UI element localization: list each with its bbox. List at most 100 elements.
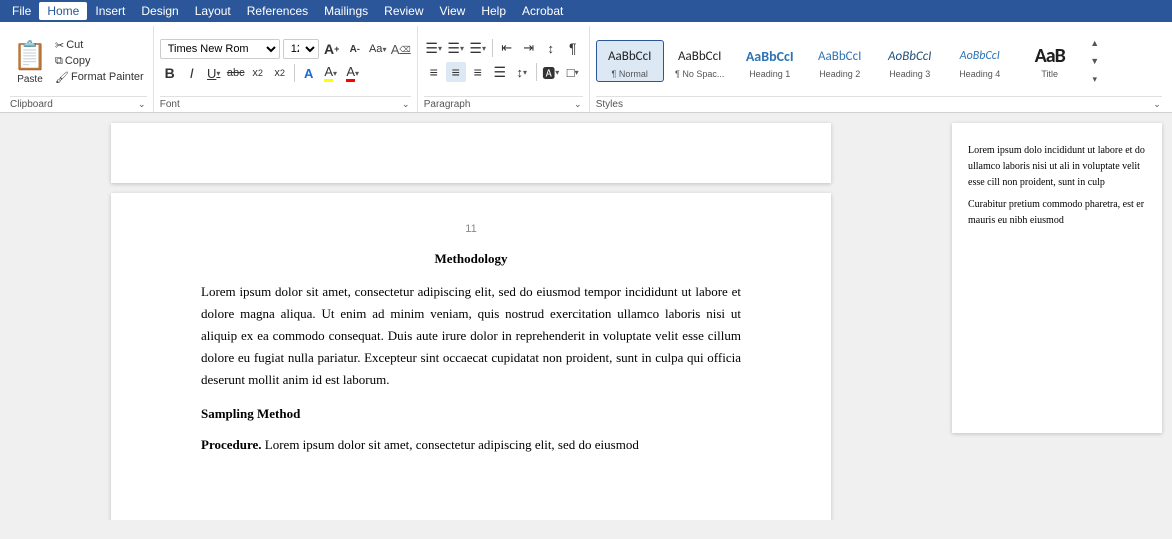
- shrink-font-button[interactable]: A-: [345, 39, 365, 59]
- style-heading1[interactable]: AaBbCcI Heading 1: [736, 41, 804, 81]
- paragraph-group-label: Paragraph ⌄: [424, 96, 583, 112]
- change-case-button[interactable]: Aa▾: [368, 39, 388, 59]
- page-main-content: 11 Methodology Lorem ipsum dolor sit ame…: [111, 193, 831, 520]
- align-right-button[interactable]: ≡: [468, 62, 488, 82]
- menu-review[interactable]: Review: [376, 2, 431, 20]
- right-para2: Curabitur pretium commodo pharetra, est …: [968, 197, 1146, 229]
- format-painter-button[interactable]: 🖌 Format Painter: [52, 70, 147, 85]
- increase-indent-button[interactable]: ⇥: [519, 38, 539, 58]
- multilevel-list-button[interactable]: ☰▾: [468, 38, 488, 58]
- procedure-bold: Procedure.: [201, 437, 262, 452]
- ribbon: 📋 Paste ✂ Cut ⧉ Copy 🖌 Format: [0, 22, 1172, 113]
- text-effects-button[interactable]: A: [299, 63, 319, 83]
- bold-button[interactable]: B: [160, 63, 180, 83]
- clear-formatting-button[interactable]: A⌫: [391, 39, 411, 59]
- paragraph-row2: ≡ ≡ ≡ ☰ ↕▾ 🅰▾ □▾: [424, 62, 583, 82]
- style-title[interactable]: AaB Title: [1016, 41, 1084, 81]
- show-marks-button[interactable]: ¶: [563, 38, 583, 58]
- styles-group-content: AaBbCcI ¶ Normal AaBbCcI ¶ No Spac... Aa…: [596, 28, 1162, 94]
- justify-button[interactable]: ☰: [490, 62, 510, 82]
- copy-label: Copy: [65, 55, 91, 67]
- divider: [294, 64, 295, 82]
- menu-mailings[interactable]: Mailings: [316, 2, 376, 20]
- paste-button[interactable]: 📋 Paste: [10, 36, 50, 87]
- font-group-label: Font ⌄: [160, 96, 411, 112]
- styles-scroll-down[interactable]: ▼: [1088, 54, 1102, 68]
- strikethrough-button[interactable]: abc: [226, 63, 246, 83]
- style-heading1-label: Heading 1: [749, 69, 790, 79]
- divider: [492, 39, 493, 57]
- style-normal-preview: AaBbCcI: [601, 43, 659, 69]
- font-size-select[interactable]: 12: [283, 39, 319, 59]
- style-heading4[interactable]: AoBbCcI Heading 4: [946, 41, 1014, 81]
- shading-button[interactable]: 🅰▾: [541, 62, 561, 82]
- page-container[interactable]: 11 Methodology Lorem ipsum dolor sit ame…: [0, 113, 942, 520]
- right-panel: Lorem ipsum dolo incididunt ut labore et…: [942, 113, 1172, 520]
- paragraph-row1: ☰▾ ☰▾ ☰▾ ⇤ ⇥ ↕ ¶: [424, 38, 583, 58]
- menu-view[interactable]: View: [432, 2, 474, 20]
- style-normal-label: ¶ Normal: [612, 69, 648, 79]
- procedure-paragraph: Procedure. Lorem ipsum dolor sit amet, c…: [201, 434, 741, 456]
- style-heading3[interactable]: AoBbCcI Heading 3: [876, 41, 944, 81]
- menu-references[interactable]: References: [239, 2, 316, 20]
- clipboard-group-label: Clipboard ⌄: [10, 96, 147, 112]
- style-heading2-preview: AaBbCcI: [810, 43, 870, 69]
- menu-home[interactable]: Home: [39, 2, 87, 20]
- subscript-button[interactable]: x2: [248, 63, 268, 83]
- style-no-spacing[interactable]: AaBbCcI ¶ No Spac...: [666, 41, 734, 81]
- right-page: Lorem ipsum dolo incididunt ut labore et…: [952, 123, 1162, 433]
- decrease-indent-button[interactable]: ⇤: [497, 38, 517, 58]
- cut-label: Cut: [66, 39, 83, 51]
- clipboard-col: 📋 Paste: [10, 36, 50, 87]
- page-number: 11: [201, 223, 741, 235]
- cut-button[interactable]: ✂ Cut: [52, 38, 147, 53]
- italic-button[interactable]: I: [182, 63, 202, 83]
- styles-expand-button[interactable]: ⌄: [1152, 100, 1162, 110]
- style-heading2-label: Heading 2: [819, 69, 860, 79]
- line-spacing-button[interactable]: ↕▾: [512, 62, 532, 82]
- paste-icon: 📋: [14, 38, 46, 74]
- menu-help[interactable]: Help: [473, 2, 514, 20]
- format-painter-label: Format Painter: [71, 71, 144, 83]
- clipboard-group: 📋 Paste ✂ Cut ⧉ Copy 🖌 Format: [4, 26, 154, 112]
- clipboard-group-content: 📋 Paste ✂ Cut ⧉ Copy 🖌 Format: [10, 28, 147, 94]
- style-title-label: Title: [1041, 69, 1058, 79]
- menu-acrobat[interactable]: Acrobat: [514, 2, 571, 20]
- copy-button[interactable]: ⧉ Copy: [52, 54, 147, 69]
- sampling-method-heading: Sampling Method: [201, 403, 741, 425]
- bullets-button[interactable]: ☰▾: [424, 38, 444, 58]
- style-no-spacing-preview: AaBbCcI: [670, 43, 730, 69]
- borders-button[interactable]: □▾: [563, 62, 583, 82]
- font-family-select[interactable]: Times New Rom: [160, 39, 280, 59]
- menu-design[interactable]: Design: [133, 2, 186, 20]
- align-center-button[interactable]: ≡: [446, 62, 466, 82]
- align-left-button[interactable]: ≡: [424, 62, 444, 82]
- style-normal[interactable]: AaBbCcI ¶ Normal: [596, 40, 664, 82]
- paragraph-expand-button[interactable]: ⌄: [573, 100, 583, 110]
- styles-scroll-up[interactable]: ▲: [1088, 36, 1102, 50]
- menu-layout[interactable]: Layout: [187, 2, 239, 20]
- paste-label: Paste: [17, 74, 43, 85]
- procedure-text: Lorem ipsum dolor sit amet, consectetur …: [262, 437, 639, 452]
- page-top-content: [111, 123, 831, 183]
- superscript-button[interactable]: x2: [270, 63, 290, 83]
- document-body[interactable]: Lorem ipsum dolor sit amet, consectetur …: [201, 281, 741, 456]
- styles-more[interactable]: ▾: [1088, 72, 1102, 86]
- divider: [536, 63, 537, 81]
- grow-font-button[interactable]: A+: [322, 39, 342, 59]
- styles-group: AaBbCcI ¶ Normal AaBbCcI ¶ No Spac... Aa…: [590, 26, 1168, 112]
- underline-button[interactable]: U▾: [204, 63, 224, 83]
- font-format-row: B I U▾ abc x2 x2 A A▾ A▾: [160, 63, 363, 83]
- numbering-button[interactable]: ☰▾: [446, 38, 466, 58]
- menu-file[interactable]: File: [4, 2, 39, 20]
- right-page-content: Lorem ipsum dolo incididunt ut labore et…: [968, 143, 1146, 229]
- styles-scroll-arrows: ▲ ▼ ▾: [1086, 34, 1104, 88]
- font-group: Times New Rom 12 A+ A- Aa▾ A⌫ B I U▾ abc…: [154, 26, 418, 112]
- style-heading2[interactable]: AaBbCcI Heading 2: [806, 41, 874, 81]
- highlight-button[interactable]: A▾: [321, 63, 341, 83]
- sort-button[interactable]: ↕: [541, 38, 561, 58]
- clipboard-expand-button[interactable]: ⌄: [137, 100, 147, 110]
- font-expand-button[interactable]: ⌄: [401, 100, 411, 110]
- menu-insert[interactable]: Insert: [87, 2, 133, 20]
- font-color-button[interactable]: A▾: [343, 63, 363, 83]
